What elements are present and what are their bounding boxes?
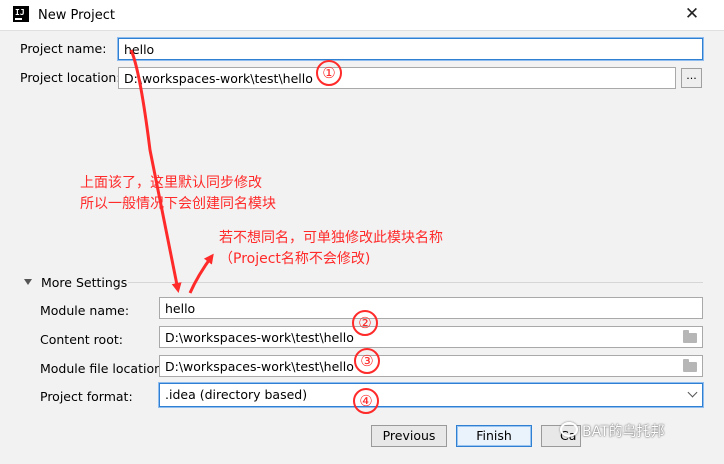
annotation-arrows <box>129 49 214 294</box>
annotation-arrow-2 <box>188 253 214 294</box>
annotation-arrow-1 <box>129 49 182 293</box>
